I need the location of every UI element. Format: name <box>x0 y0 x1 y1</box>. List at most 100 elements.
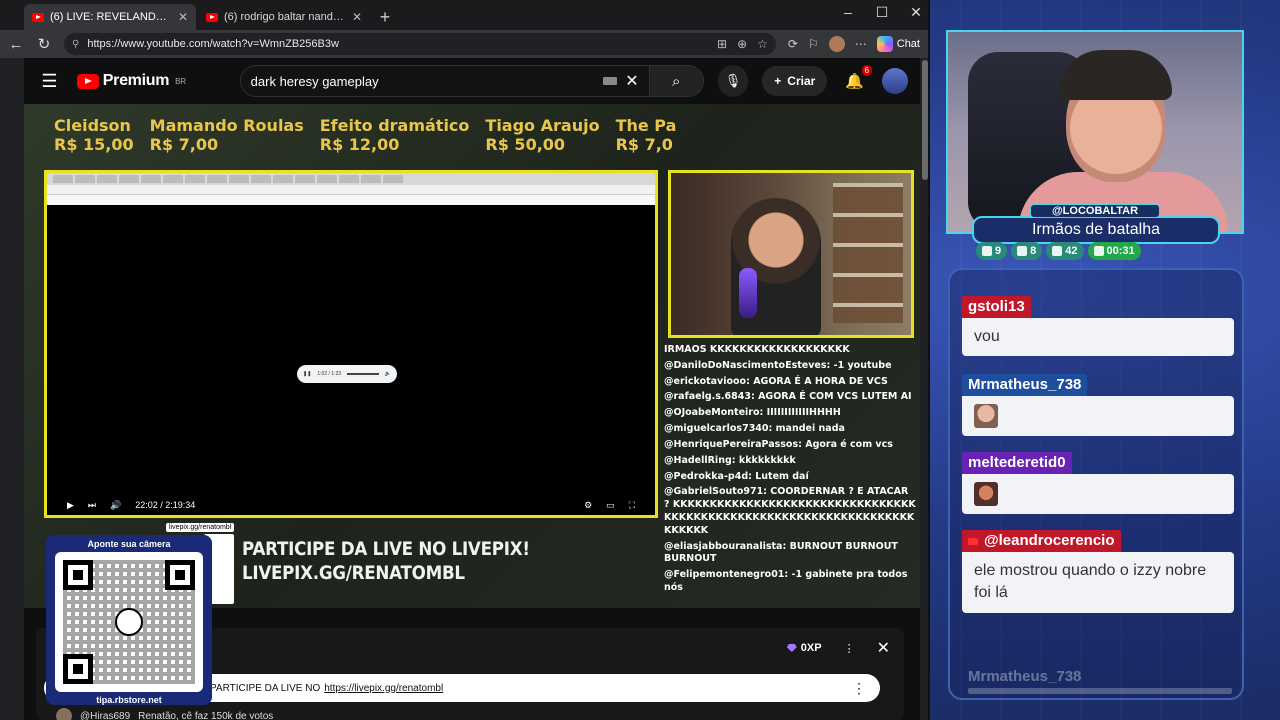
qr-code-card: Aponte sua câmera tipa.rbstore.net <box>46 535 212 705</box>
close-tab-icon[interactable]: ✕ <box>352 10 362 24</box>
chat-user: @Felipemontenegro01: <box>664 569 789 581</box>
emote-icon <box>974 404 998 428</box>
youtube-logo[interactable]: Premium BR <box>76 72 186 90</box>
chat-message: gstoli13 vou <box>962 296 1234 357</box>
stat-value: 00:31 <box>1106 245 1135 257</box>
clock-icon <box>1093 246 1104 256</box>
chat-text: mandei nada <box>775 423 845 435</box>
chat-label: Chat <box>896 38 920 50</box>
qr-finder <box>63 560 93 590</box>
avatar <box>56 708 72 720</box>
chat-message: @Felipemontenegro01: -1 gabinete pra tod… <box>664 569 916 595</box>
pause-icon: ❚❚ <box>303 371 312 377</box>
chat-user-badge: @leandrocerencio <box>962 530 1121 552</box>
volume-icon: 🔈 <box>384 371 391 377</box>
twitch-icon <box>982 246 992 256</box>
account-avatar[interactable] <box>882 68 908 94</box>
maximize-icon[interactable]: ☐ <box>874 4 890 21</box>
next-icon[interactable]: ⏭ <box>88 500 96 511</box>
youtube-favicon-icon <box>206 12 218 22</box>
url-field[interactable]: ⚲ https://www.youtube.com/watch?v=WmnZB2… <box>64 33 776 55</box>
audio-track <box>347 373 379 375</box>
microphone-image <box>739 268 757 318</box>
chat-user: @OJoabeMonteiro: <box>664 407 764 419</box>
emote-icon <box>974 482 998 506</box>
minimize-icon[interactable]: – <box>840 4 856 21</box>
audio-player-area: ❚❚ 1:02 / 1:23 🔈 <box>47 205 655 498</box>
more-menu-icon[interactable]: ⋯ <box>855 37 867 51</box>
volume-icon[interactable]: 🔊 <box>110 500 121 511</box>
pinned-link[interactable]: https://livepix.gg/renatombl <box>324 683 443 694</box>
settings-icon[interactable]: ⚙ <box>584 500 592 511</box>
tab-rodrigo[interactable]: (6) rodrigo baltar nando moura se ✕ <box>198 4 370 30</box>
pinned-menu-icon[interactable]: ⋮ <box>852 680 866 697</box>
donation-value: R$ 12,00 <box>319 135 400 154</box>
livepix-line-2: LIVEPIX.GG/RENATOMBL <box>242 561 465 584</box>
donor-name: Mamando Roulas <box>149 116 304 135</box>
chat-message: @eliasjabbouranalista: BURNOUT BURNOUT B… <box>664 541 916 567</box>
chat-user: @eliasjabbouranalista: <box>664 540 787 552</box>
xp-label: 0XP <box>800 642 822 654</box>
zoom-icon[interactable]: ⊕ <box>737 37 747 51</box>
close-window-icon[interactable]: ✕ <box>908 4 924 21</box>
chat-user: gstoli13 <box>962 296 1031 318</box>
chat-message: @Hiras689 Renatão, cê faz 150k de votos <box>56 708 273 720</box>
close-chat-icon[interactable]: ✕ <box>877 638 890 658</box>
page-scrollbar[interactable] <box>922 60 928 180</box>
chat-text: Agora é com vcs <box>805 438 893 450</box>
site-info-icon[interactable]: ⚲ <box>72 39 79 50</box>
shared-screen: ❚❚ 1:02 / 1:23 🔈 ▶ ⏭ 🔊 22:02 / 2:19:34 ⚙… <box>44 170 658 518</box>
tab-live[interactable]: (6) LIVE: REVELANDO NOVOS ÁUDIOS ✕ <box>24 4 196 30</box>
chat-message: @leandrocerencio ele mostrou quando o iz… <box>962 530 1234 613</box>
copilot-chat-button[interactable]: Chat <box>876 36 920 52</box>
donation-item: Efeito dramático R$ 12,00 <box>320 116 470 166</box>
fullscreen-icon[interactable]: ⛶ <box>629 500 635 511</box>
chat-message: meltederetid0 <box>962 452 1234 514</box>
twitch-count: 9 <box>976 242 1008 260</box>
shared-screen-url <box>47 185 655 195</box>
chat-user: @erickotaviooo: <box>664 375 750 387</box>
tab-title: (6) LIVE: REVELANDO NOVOS ÁUDIOS <box>50 11 172 23</box>
streamer-handle: @LOCOBALTAR <box>1030 204 1160 218</box>
voice-search-button[interactable]: 🎙 <box>717 65 749 97</box>
apps-icon[interactable]: ⊞ <box>717 37 727 51</box>
reload-icon[interactable]: ↻ <box>36 35 52 53</box>
shared-screen-bookmarks <box>47 195 655 205</box>
favorites-icon[interactable]: ⚐ <box>808 37 819 51</box>
notification-count: 6 <box>861 65 872 76</box>
profile-avatar[interactable] <box>828 36 845 52</box>
stat-value: 9 <box>995 245 1002 257</box>
create-button[interactable]: + Criar <box>762 66 828 96</box>
play-icon[interactable]: ▶ <box>67 500 74 511</box>
chat-user-fading: Mrmatheus_738 <box>968 668 1082 685</box>
kick-icon <box>1052 246 1063 256</box>
clear-search-icon[interactable]: ✕ <box>625 71 638 91</box>
more-options-icon[interactable]: ⋮ <box>844 642 855 655</box>
xp-badge[interactable]: 0XP <box>786 642 822 654</box>
chat-body <box>962 396 1234 436</box>
extensions-icon[interactable]: ⟳ <box>788 37 798 51</box>
menu-icon[interactable]: ☰ <box>36 71 63 92</box>
chat-text: ele mostrou quando o izzy nobre foi lá <box>962 552 1234 613</box>
new-tab-button[interactable]: + <box>372 4 398 30</box>
back-icon[interactable]: ← <box>8 36 24 53</box>
toolbar-right: ⟳ ⚐ ⋯ Chat <box>788 36 920 52</box>
overlay-chat-panel: gstoli13 vou Mrmatheus_738 meltederetid0… <box>948 268 1244 700</box>
miniplayer-icon[interactable]: ▭ <box>606 500 615 511</box>
chat-text: AGORA É A HORA DE VCS <box>753 375 888 387</box>
search-input[interactable]: dark heresy gameplay ✕ <box>239 65 650 97</box>
kick-count: 42 <box>1046 242 1084 260</box>
notifications-button[interactable]: 🔔 6 <box>845 65 872 90</box>
donor-name: Efeito dramático <box>319 116 470 135</box>
chat-message: Mrmatheus_738 <box>962 374 1234 436</box>
live-video[interactable]: Cleidson R$ 15,00 Mamando Roulas R$ 7,00… <box>24 104 920 608</box>
search-button[interactable]: ⌕ <box>649 65 704 97</box>
chat-body <box>962 474 1234 514</box>
keyboard-icon[interactable] <box>603 77 618 85</box>
chat-text: IRMÃOS KKKKKKKKKKKKKKKKKKK <box>664 344 850 355</box>
audio-player: ❚❚ 1:02 / 1:23 🔈 <box>297 365 397 383</box>
chat-text: Renatão, cê faz 150k de votos <box>138 710 274 720</box>
stream-title: Irmãos de batalha <box>972 216 1220 244</box>
favorite-star-icon[interactable]: ☆ <box>757 37 768 51</box>
close-tab-icon[interactable]: ✕ <box>178 10 188 24</box>
